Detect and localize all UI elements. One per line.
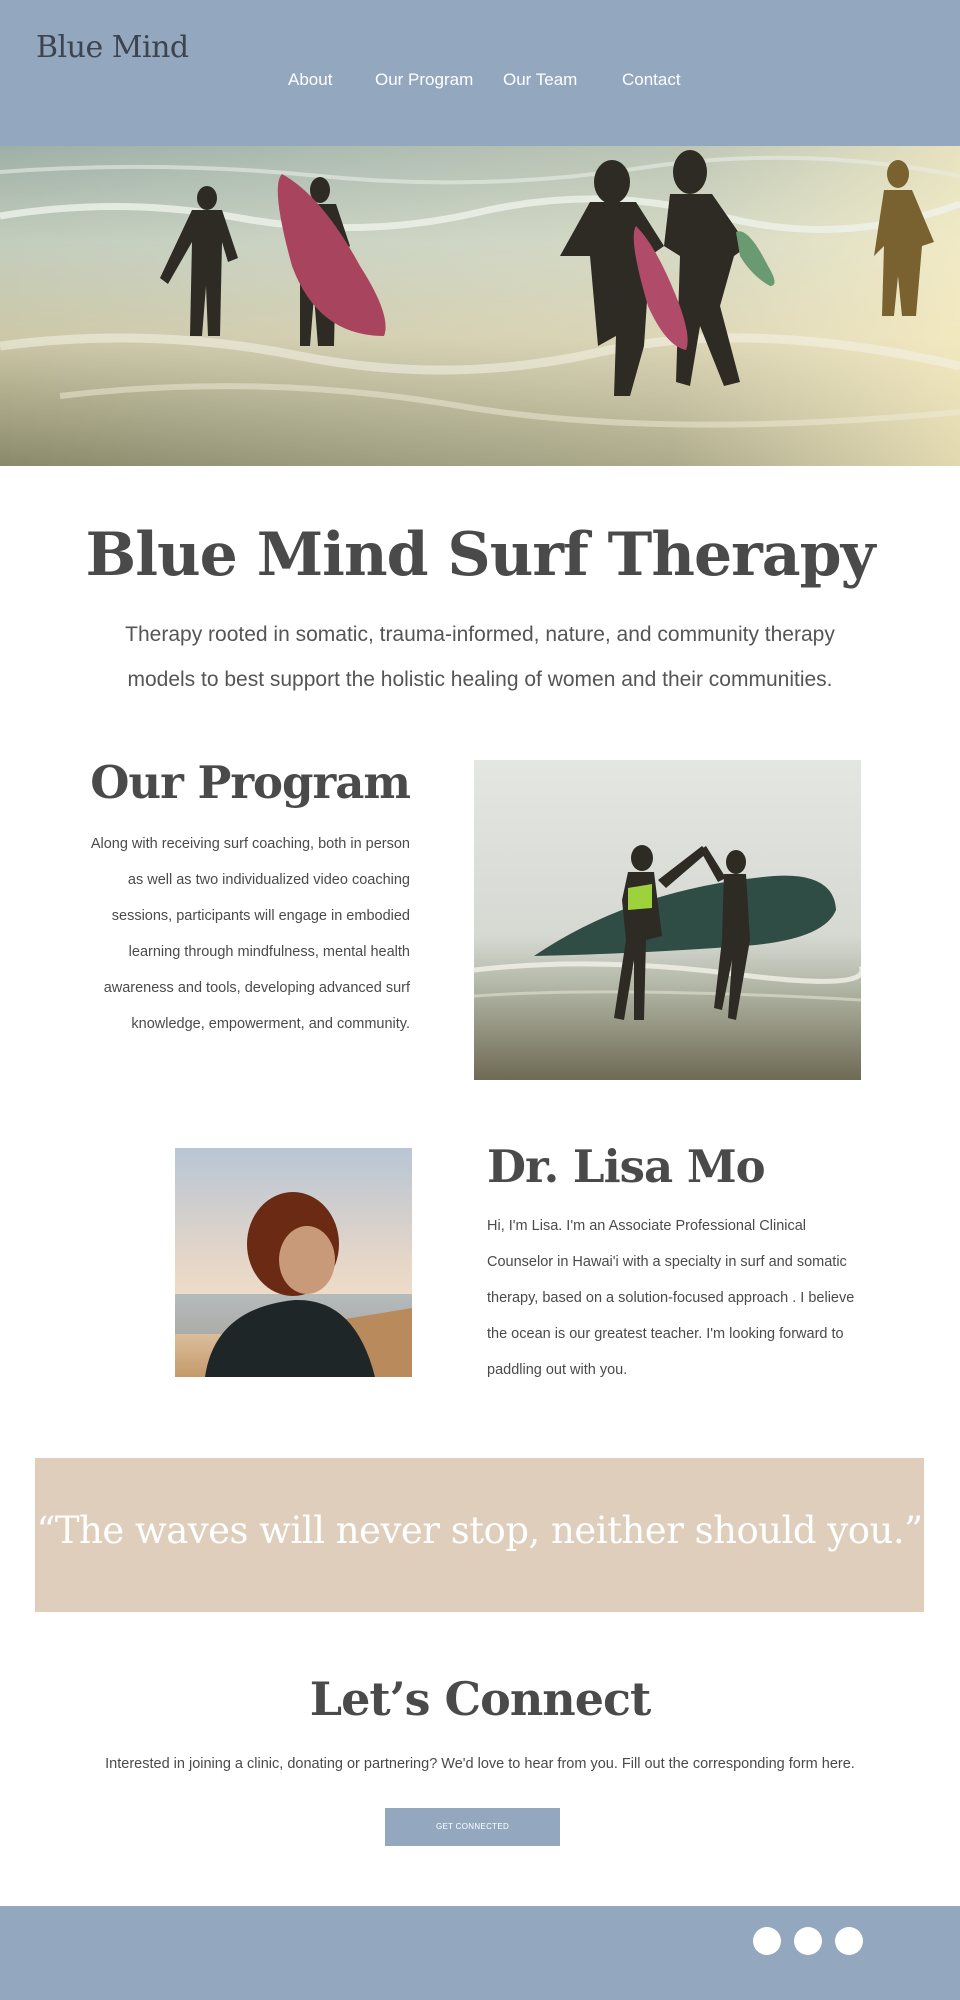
bio-description: Hi, I'm Lisa. I'm an Associate Professio… — [487, 1218, 855, 1378]
quote-band: “The waves will never stop, neither shou… — [35, 1458, 924, 1612]
main-nav: About Our Program Our Team Contact — [0, 70, 960, 94]
site-logo[interactable]: Blue Mind — [36, 30, 189, 65]
site-footer — [0, 1906, 960, 2000]
program-description: Along with receiving surf coaching, both… — [90, 836, 410, 1032]
connect-heading: Let’s Connect — [309, 1672, 652, 1726]
page-title: Blue Mind Surf Therapy — [85, 520, 876, 590]
hero-image — [0, 146, 960, 466]
connect-description: Interested in joining a clinic, donating… — [105, 1756, 855, 1772]
social-icon[interactable] — [835, 1927, 863, 1955]
get-connected-button[interactable]: GET CONNECTED — [385, 1808, 560, 1846]
social-icon[interactable] — [753, 1927, 781, 1955]
quote-text: “The waves will never stop, neither shou… — [36, 1509, 923, 1552]
nav-our-team[interactable]: Our Team — [503, 70, 577, 90]
nav-about[interactable]: About — [288, 70, 332, 90]
nav-our-program[interactable]: Our Program — [375, 70, 473, 90]
social-icon[interactable] — [794, 1927, 822, 1955]
program-image — [474, 760, 861, 1080]
site-header: Blue Mind About Our Program Our Team Con… — [0, 0, 960, 146]
lisa-mo-portrait — [175, 1148, 412, 1377]
nav-contact[interactable]: Contact — [622, 70, 681, 90]
bio-heading: Dr. Lisa Mo — [487, 1140, 766, 1193]
program-heading: Our Program — [90, 756, 411, 809]
page-subtitle: Therapy rooted in somatic, trauma-inform… — [125, 623, 835, 691]
